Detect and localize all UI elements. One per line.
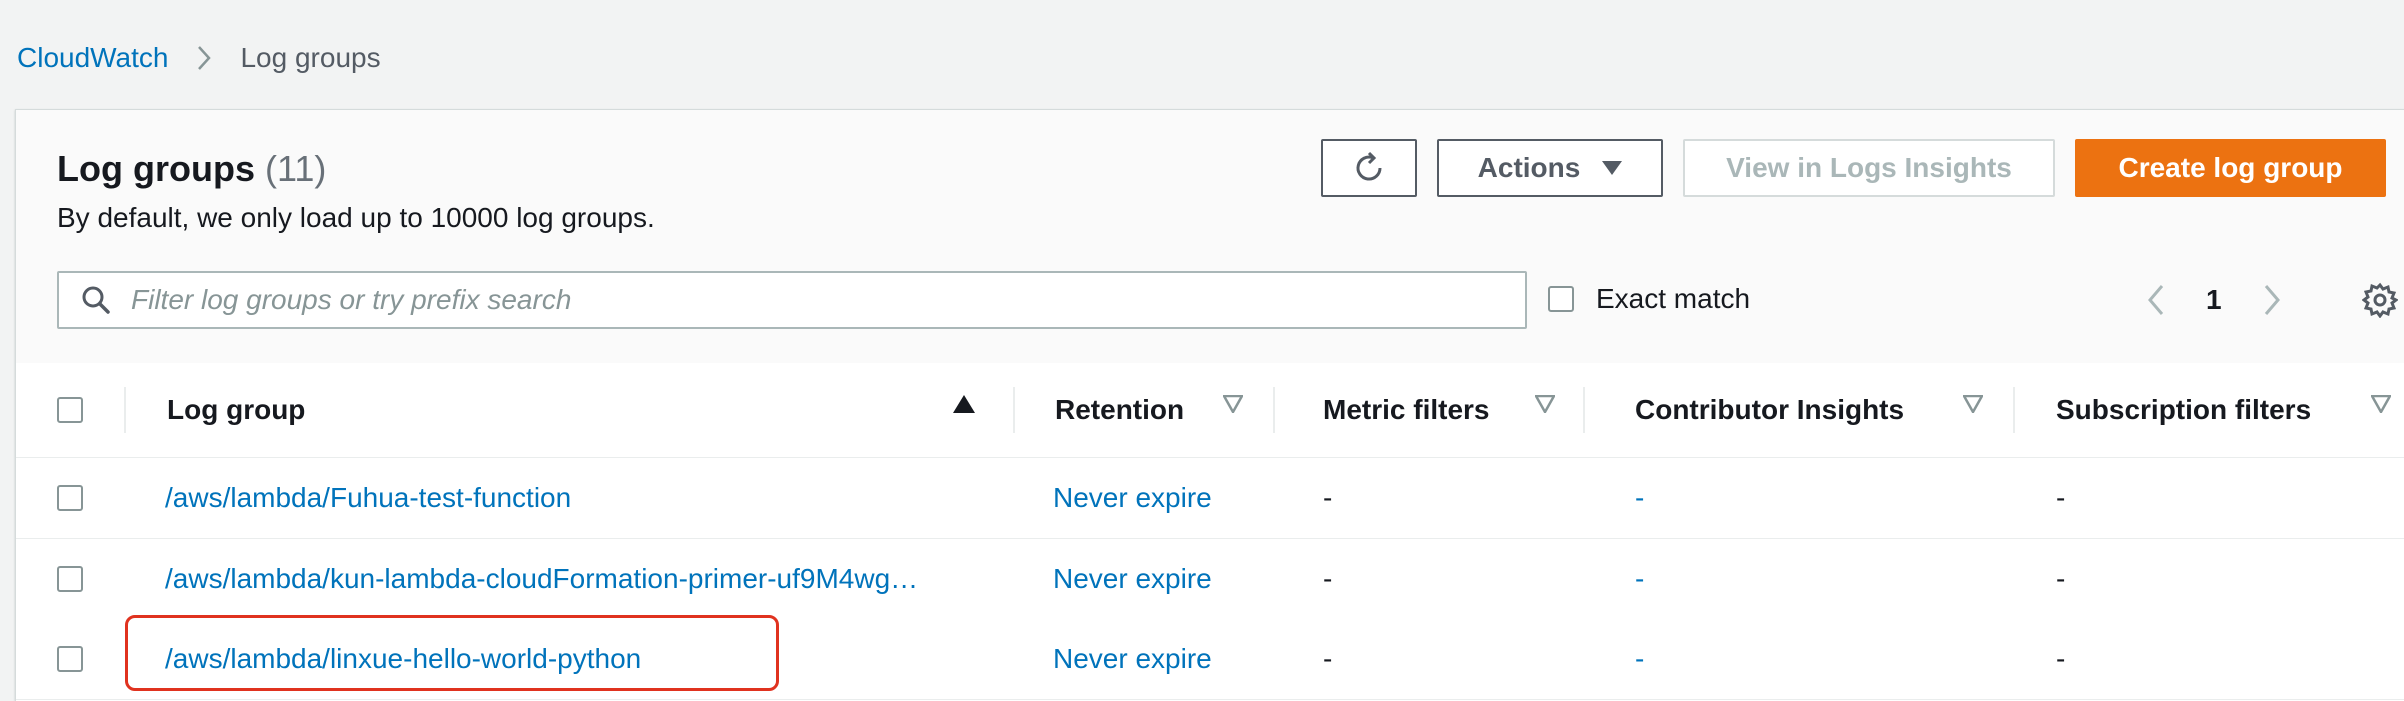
log-group-link[interactable]: /aws/lambda/kun-lambda-cloudFormation-pr…: [165, 539, 918, 619]
table-header: Log group Retention Metric filters Contr…: [16, 363, 2404, 458]
metric-filters-value: -: [1323, 643, 1333, 674]
metric-filters-value: -: [1323, 482, 1333, 513]
exact-match-checkbox[interactable]: [1548, 286, 1574, 312]
retention-link[interactable]: Never expire: [1053, 619, 1212, 699]
table-row: /aws/lambda/Fuhua-test-function Never ex…: [16, 458, 2404, 539]
column-header-contributor-insights[interactable]: Contributor Insights: [1635, 363, 1904, 457]
refresh-button[interactable]: [1321, 139, 1417, 197]
column-header-retention[interactable]: Retention: [1055, 363, 1184, 457]
sort-icon[interactable]: [1221, 394, 1245, 418]
subscription-filters-value: -: [2056, 482, 2066, 513]
column-divider: [1013, 387, 1015, 433]
chevron-right-icon: [196, 44, 212, 72]
column-header-metric-filters[interactable]: Metric filters: [1323, 363, 1490, 457]
filter-search-box: [57, 271, 1527, 329]
exact-match-option[interactable]: Exact match: [1548, 283, 1750, 315]
page-title-text: Log groups: [57, 148, 255, 189]
log-group-link[interactable]: /aws/lambda/Fuhua-test-function: [165, 458, 571, 538]
create-log-group-button[interactable]: Create log group: [2075, 139, 2386, 197]
row-select-checkbox[interactable]: [57, 485, 83, 511]
column-header-subscription-filters[interactable]: Subscription filters: [2056, 363, 2311, 457]
select-all-checkbox[interactable]: [57, 397, 83, 423]
refresh-icon: [1351, 150, 1387, 186]
filter-log-groups-input[interactable]: [129, 283, 1483, 317]
pagination: 1: [2146, 280, 2282, 320]
table-row: /aws/lambda/kun-lambda-cloudFormation-pr…: [16, 539, 2404, 620]
gear-icon[interactable]: [2361, 282, 2399, 323]
log-groups-panel: Log groups (11) By default, we only load…: [15, 109, 2404, 701]
metric-filters-value: -: [1323, 563, 1333, 594]
page-subtitle: By default, we only load up to 10000 log…: [57, 202, 655, 233]
caret-down-icon: [1602, 161, 1623, 175]
breadcrumb: CloudWatch Log groups: [17, 38, 381, 78]
sort-icon[interactable]: [2369, 394, 2393, 418]
log-group-count: (11): [264, 148, 327, 189]
row-select-checkbox[interactable]: [57, 566, 83, 592]
actions-label: Actions: [1477, 152, 1581, 183]
retention-link[interactable]: Never expire: [1053, 458, 1212, 538]
next-page-icon[interactable]: [2262, 283, 2282, 317]
view-in-logs-insights-button[interactable]: View in Logs Insights: [1683, 139, 2055, 197]
contributor-insights-link[interactable]: -: [1635, 539, 1644, 619]
breadcrumb-current: Log groups: [240, 42, 381, 73]
contributor-insights-link[interactable]: -: [1635, 619, 1644, 699]
previous-page-icon[interactable]: [2146, 283, 2166, 317]
search-icon: [81, 285, 111, 315]
actions-button[interactable]: Actions: [1437, 139, 1663, 197]
column-divider: [1273, 387, 1275, 433]
retention-link[interactable]: Never expire: [1053, 539, 1212, 619]
page-title: Log groups (11): [57, 148, 326, 190]
panel-header: Log groups (11) By default, we only load…: [16, 110, 2404, 364]
highlight-annotation: [125, 615, 779, 691]
current-page-number[interactable]: 1: [2206, 284, 2222, 316]
column-divider: [2013, 387, 2015, 433]
subscription-filters-value: -: [2056, 643, 2066, 674]
column-divider: [124, 387, 126, 433]
row-select-checkbox[interactable]: [57, 646, 83, 672]
column-header-log-group[interactable]: Log group: [167, 363, 305, 457]
contributor-insights-link[interactable]: -: [1635, 458, 1644, 538]
exact-match-label: Exact match: [1596, 283, 1751, 314]
column-divider: [1583, 387, 1585, 433]
sort-icon[interactable]: [1961, 394, 1985, 418]
subscription-filters-value: -: [2056, 563, 2066, 594]
sort-icon[interactable]: [1533, 394, 1557, 418]
sort-ascending-icon[interactable]: [953, 395, 975, 418]
breadcrumb-cloudwatch-link[interactable]: CloudWatch: [17, 42, 168, 74]
